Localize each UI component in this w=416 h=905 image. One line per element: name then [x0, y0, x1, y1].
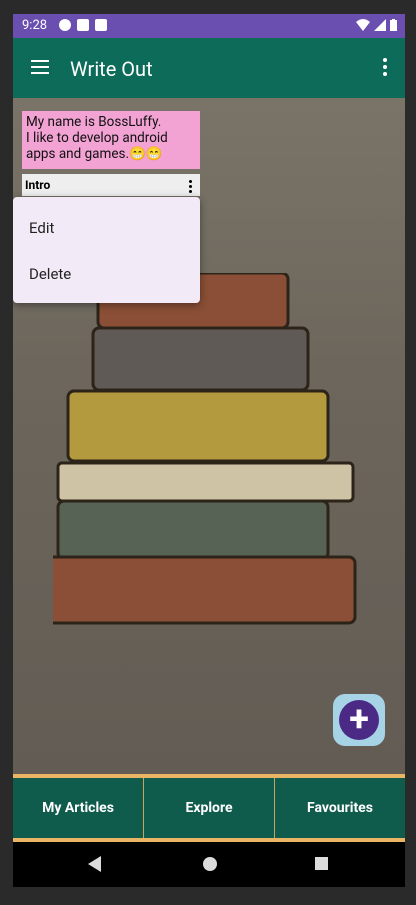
plus-icon: +	[339, 700, 379, 740]
app-bar: Write Out	[13, 38, 405, 98]
battery-icon	[390, 19, 397, 31]
article-options-icon[interactable]	[189, 180, 192, 195]
book-stack-illustration	[53, 273, 357, 625]
app-title: Write Out	[70, 57, 153, 81]
signal-icon	[374, 19, 386, 31]
text-icon	[77, 19, 89, 31]
article-body-line: I like to develop android	[26, 130, 168, 146]
article-title-bar[interactable]: Intro	[22, 174, 200, 196]
article-title: Intro	[25, 178, 51, 192]
tab-favourites[interactable]: Favourites	[275, 778, 405, 838]
tab-my-articles[interactable]: My Articles	[13, 778, 144, 838]
more-vertical-icon[interactable]	[383, 58, 387, 79]
add-article-button[interactable]: +	[333, 694, 385, 746]
articles-content: My name is BossLuffy. I like to develop …	[13, 98, 405, 774]
gear-icon	[59, 19, 71, 31]
tab-explore[interactable]: Explore	[144, 778, 275, 838]
hamburger-menu-icon[interactable]	[31, 60, 49, 74]
status-bar: 9:28	[13, 14, 405, 38]
home-icon[interactable]	[203, 857, 217, 871]
back-icon[interactable]	[88, 856, 101, 872]
bottom-navigation: My Articles Explore Favourites	[13, 774, 405, 842]
article-body-line: apps and games.😁😁	[26, 146, 163, 162]
article-body-line: My name is BossLuffy.	[26, 114, 162, 130]
recents-icon[interactable]	[315, 857, 328, 870]
menu-item-delete[interactable]: Delete	[29, 265, 71, 283]
phone-screen: 9:28 Write Out My name is BossLuffy. I l	[13, 14, 405, 887]
article-card-body[interactable]: My name is BossLuffy. I like to develop …	[22, 111, 200, 169]
wifi-icon	[356, 19, 370, 31]
sd-card-icon	[95, 19, 107, 31]
article-popup-menu: Edit Delete	[13, 197, 200, 303]
menu-item-edit[interactable]: Edit	[29, 219, 54, 237]
status-time: 9:28	[22, 18, 48, 33]
system-navigation-bar	[13, 842, 405, 887]
